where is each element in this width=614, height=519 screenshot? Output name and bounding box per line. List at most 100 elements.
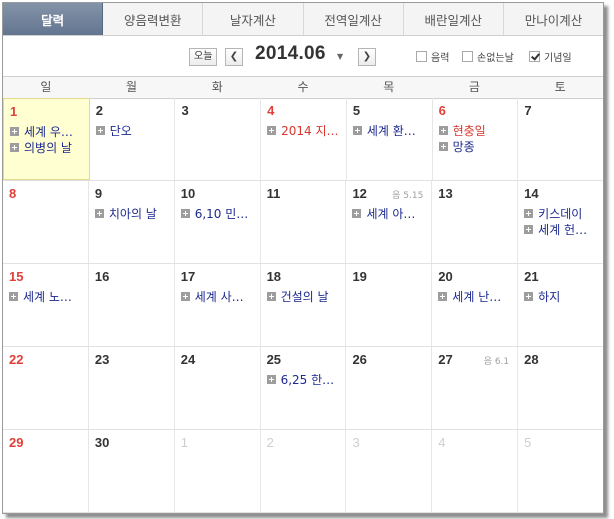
event-label: 현충일 [452,123,486,138]
event-item[interactable]: 하지 [524,288,601,304]
day-cell[interactable]: 13 [432,181,519,263]
event-item[interactable]: 세계 환… [352,122,430,138]
day-cell[interactable]: 29 [3,430,89,512]
event-item[interactable]: 건설의 날 [266,288,344,304]
lunar-checkbox[interactable] [416,51,427,62]
event-item[interactable]: 단오 [95,122,173,138]
day-cell[interactable]: 22 [3,347,89,429]
event-item[interactable]: 치아의 날 [94,205,172,221]
next-month-button[interactable]: ❯ [358,48,376,66]
day-cell-today[interactable]: 1 세계 우… 의병의 날 [3,98,90,180]
event-item[interactable]: 세계 아… [352,205,429,221]
weekday-thu: 목 [383,80,395,94]
plus-box-icon[interactable] [352,208,362,218]
plus-box-icon[interactable] [10,126,19,136]
weekday-wed: 수 [297,80,309,94]
day-cell[interactable]: 28 [518,347,603,429]
event-item[interactable]: 6,25 한… [266,371,344,387]
day-cell[interactable]: 5 [518,430,603,512]
day-cell[interactable]: 1 [175,430,261,512]
plus-box-icon[interactable] [352,125,362,135]
plus-box-icon[interactable] [438,291,448,301]
day-cell[interactable]: 6 현충일 망종 [433,98,519,180]
noloss-option[interactable]: 손없는날 [462,49,514,64]
day-cell[interactable]: 15 세계 노… [3,264,89,346]
day-cell[interactable]: 18 건설의 날 [261,264,347,346]
today-button[interactable]: 오늘 [189,48,218,66]
caret-down-icon[interactable]: ▼ [337,52,343,61]
noloss-checkbox[interactable] [462,51,473,62]
tab-ovulation[interactable]: 배란일계산 [404,3,504,35]
plus-box-icon[interactable] [94,208,104,218]
plus-box-icon[interactable] [180,208,190,218]
prev-month-button[interactable]: ❮ [225,48,243,66]
plus-box-icon[interactable] [524,208,534,218]
day-cell[interactable]: 19 [346,264,433,346]
event-label: 키스데이 [538,206,583,221]
lunar-option[interactable]: 음력 [416,49,449,64]
plus-box-icon[interactable] [180,291,190,301]
day-number: 12 [352,186,367,201]
plus-box-icon[interactable] [266,374,276,384]
plus-box-icon[interactable] [266,291,276,301]
tab-discharge-date[interactable]: 전역일계산 [304,3,404,35]
day-cell[interactable]: 20 세계 난… [432,264,519,346]
day-cell[interactable]: 9 치아의 날 [89,181,175,263]
day-number: 21 [524,269,539,284]
plus-box-icon[interactable] [438,141,448,151]
day-cell[interactable]: 23 [89,347,175,429]
tab-lunar-conversion[interactable]: 양음력변환 [103,3,204,35]
day-cell[interactable]: 7 [518,98,603,180]
event-item[interactable]: 세계 사… [180,288,258,304]
plus-box-icon[interactable] [10,142,19,152]
day-number: 9 [94,186,103,201]
plus-box-icon[interactable] [524,291,534,301]
event-item[interactable]: 2014 지… [267,122,344,138]
day-number: 28 [524,352,539,367]
calendar-grid: 1 세계 우… 의병의 날 2 단오 3 4 2014 지… 5 세계 환… 6 현충일 망종 7 8 9 치아… [3,98,603,513]
day-cell[interactable]: 10 6,10 민… [175,181,261,263]
day-cell[interactable]: 26 [346,347,433,429]
day-cell[interactable]: 2 단오 [90,98,176,180]
plus-box-icon[interactable] [95,125,105,135]
memorial-option[interactable]: 기념일 [529,49,572,64]
day-cell[interactable]: 17 세계 사… [175,264,261,346]
calendar-week-row: 1 세계 우… 의병의 날 2 단오 3 4 2014 지… 5 세계 환… 6 현충일 망종 7 [3,98,603,181]
day-cell[interactable]: 12 음 5.15 세계 아… [346,181,433,263]
day-cell[interactable]: 4 2014 지… [261,98,347,180]
tab-date-calculation[interactable]: 날자계산 [203,3,304,35]
event-item[interactable]: 키스데이 [524,205,601,221]
day-cell[interactable]: 5 세계 환… [347,98,433,180]
tab-age-calculation[interactable]: 만나이계산 [504,3,603,35]
tab-calendar[interactable]: 달력 [3,3,104,35]
plus-box-icon[interactable] [9,291,18,301]
day-cell[interactable]: 8 [3,181,89,263]
day-cell[interactable]: 16 [89,264,175,346]
lunar-label: 음력 [431,53,450,64]
day-number: 20 [438,269,453,284]
day-cell[interactable]: 30 [89,430,175,512]
event-item[interactable]: 망종 [438,138,516,154]
event-item[interactable]: 세계 난… [438,288,515,304]
day-cell[interactable]: 14 키스데이 세계 헌… [518,181,603,263]
day-cell[interactable]: 21 하지 [518,264,603,346]
event-item[interactable]: 세계 헌… [524,221,601,237]
plus-box-icon[interactable] [267,125,277,135]
day-cell[interactable]: 11 [261,181,347,263]
day-cell[interactable]: 4 [432,430,519,512]
event-item[interactable]: 세계 우… [10,123,87,139]
event-item[interactable]: 의병의 날 [10,139,87,155]
day-cell[interactable]: 3 [346,430,433,512]
memorial-checkbox[interactable] [529,51,540,62]
day-cell[interactable]: 24 [175,347,261,429]
event-item[interactable]: 세계 노… [9,288,86,304]
month-title[interactable]: 2014.06 [255,43,326,65]
plus-box-icon[interactable] [524,224,534,234]
day-cell[interactable]: 3 [175,98,262,180]
day-cell[interactable]: 25 6,25 한… [261,347,347,429]
event-item[interactable]: 6,10 민… [180,205,258,221]
day-cell[interactable]: 2 [261,430,347,512]
plus-box-icon[interactable] [438,125,448,135]
event-item[interactable]: 현충일 [438,122,516,138]
day-cell[interactable]: 27 음 6.1 [432,347,519,429]
